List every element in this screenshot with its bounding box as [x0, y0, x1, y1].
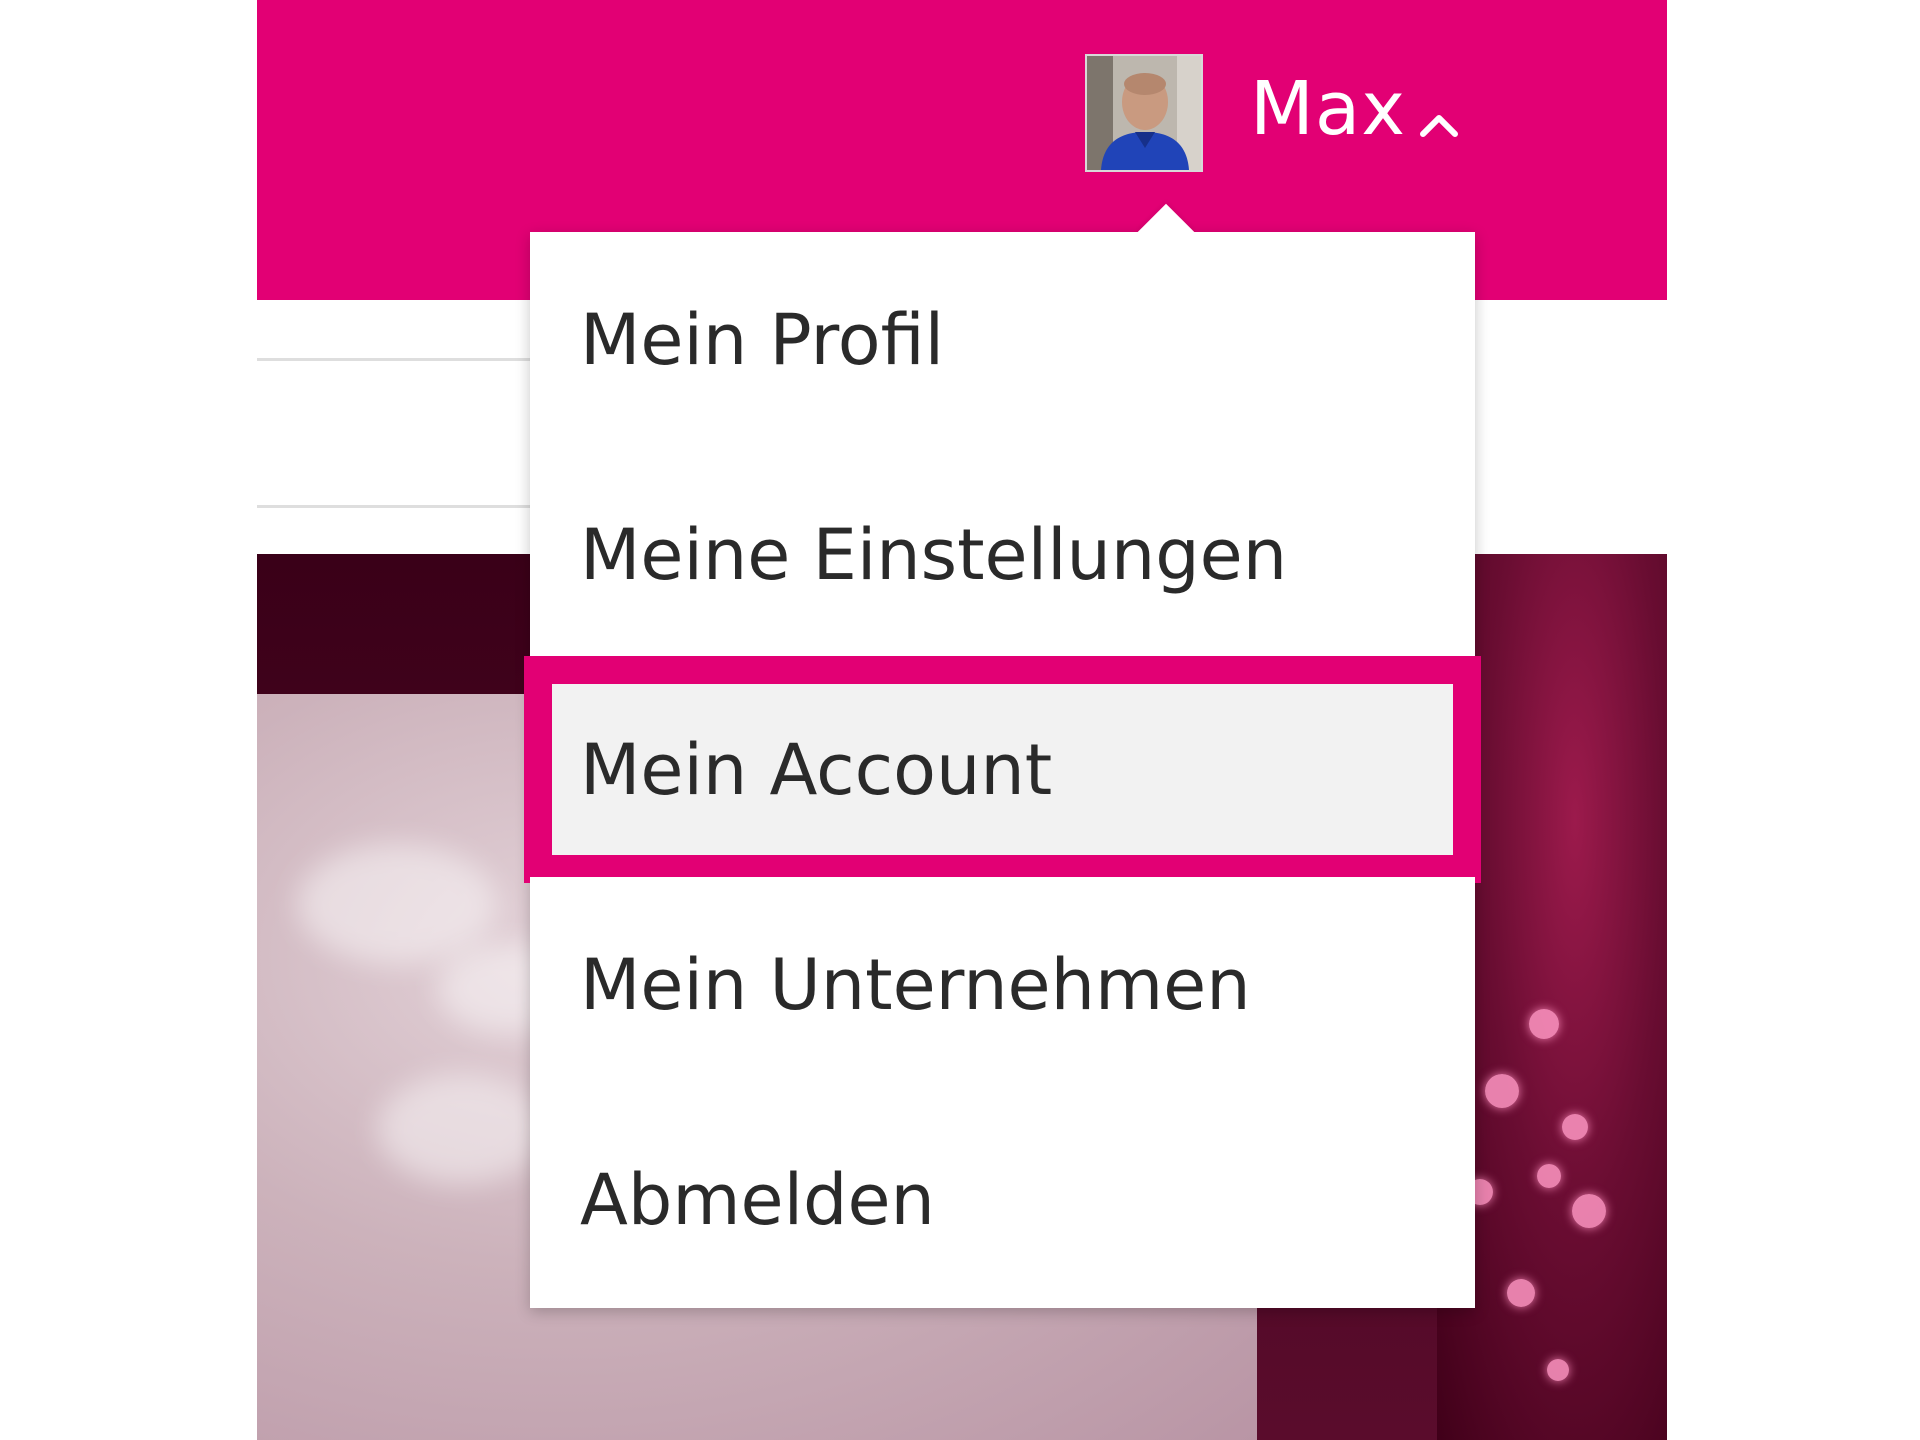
menu-item-abmelden[interactable]: Abmelden [530, 1092, 1475, 1307]
menu-item-label: Mein Profil [580, 298, 945, 381]
fiber-light-dot [1562, 1114, 1588, 1140]
menu-item-mein-account[interactable]: Mein Account [524, 656, 1481, 883]
user-dropdown-menu: Mein Profil Meine Einstellungen Mein Acc… [524, 203, 1481, 1308]
chevron-up-icon[interactable] [1417, 110, 1461, 140]
user-menu-toggle[interactable]: Max [1085, 54, 1458, 178]
avatar[interactable] [1085, 54, 1203, 172]
menu-item-label: Meine Einstellungen [580, 513, 1288, 596]
user-name-label[interactable]: Max [1250, 68, 1406, 150]
user-menu-list: Mein Profil Meine Einstellungen Mein Acc… [524, 232, 1481, 1307]
menu-item-label: Mein Unternehmen [580, 943, 1251, 1026]
fiber-light-dot [1547, 1359, 1569, 1381]
app-window: Max Mein Profil Meine Einstellungen Mein… [257, 0, 1667, 1440]
page: Max Mein Profil Meine Einstellungen Mein… [0, 0, 1920, 1440]
fiber-light-dot [1572, 1194, 1606, 1228]
menu-item-label: Mein Account [580, 728, 1053, 811]
light-glow [297, 844, 497, 964]
menu-item-mein-unternehmen[interactable]: Mein Unternehmen [530, 877, 1475, 1092]
menu-item-label: Abmelden [580, 1158, 935, 1241]
fiber-light-dot [1485, 1074, 1519, 1108]
fiber-light-dot [1507, 1279, 1535, 1307]
light-glow [377, 1074, 547, 1184]
fiber-light-dot [1537, 1164, 1561, 1188]
user-avatar-photo-icon [1087, 56, 1201, 170]
menu-item-mein-profil[interactable]: Mein Profil [530, 232, 1475, 447]
menu-item-meine-einstellungen[interactable]: Meine Einstellungen [530, 447, 1475, 662]
fiber-light-dot [1529, 1009, 1559, 1039]
